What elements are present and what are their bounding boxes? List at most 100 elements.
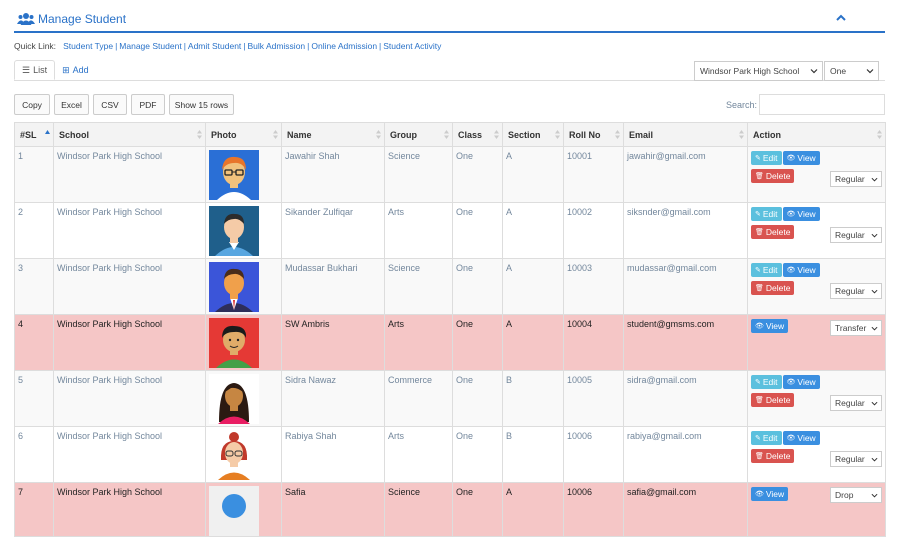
cell-class: One [452, 370, 503, 427]
col-header-group[interactable]: Group [384, 122, 453, 147]
cell-section: A [502, 146, 564, 203]
delete-button[interactable]: 🗑 Delete [751, 281, 795, 295]
copy-button[interactable]: Copy [14, 94, 50, 115]
link-manage-student[interactable]: Manage Student [119, 41, 181, 51]
cell-sl: 6 [14, 426, 54, 483]
status-select[interactable]: Drop [830, 487, 882, 503]
chevron-down-icon [871, 401, 878, 406]
cell-photo [205, 426, 282, 483]
sort-asc-icon [45, 130, 50, 134]
view-button[interactable]: 👁 View [782, 151, 820, 165]
eye-icon: 👁 [786, 155, 796, 162]
edit-button[interactable]: ✎ Edit [751, 207, 782, 221]
cell-roll: 10006 [563, 426, 624, 483]
cell-name: Rabiya Shah [281, 426, 385, 483]
edit-button[interactable]: ✎ Edit [751, 431, 782, 445]
cell-school: Windsor Park High School [53, 482, 206, 537]
view-button[interactable]: 👁 View [751, 319, 789, 333]
view-label: View [765, 489, 785, 499]
eye-icon: 👁 [786, 435, 796, 442]
cell-email: mudassar@gmail.com [623, 258, 748, 315]
cell-school: Windsor Park High School [53, 426, 206, 483]
status-select[interactable]: Regular [830, 171, 882, 187]
cell-email: jawahir@gmail.com [623, 146, 748, 203]
tab-list[interactable]: ☰ List [14, 60, 56, 80]
col-header-roll[interactable]: Roll No [563, 122, 624, 147]
link-admit-student[interactable]: Admit Student [188, 41, 241, 51]
cell-section: B [502, 426, 564, 483]
cell-actions: ✎ Edit 👁 View 🗑 Delete Regular [747, 202, 886, 259]
col-header-action[interactable]: Action [747, 122, 886, 147]
cell-section: A [502, 202, 564, 259]
school-filter-select[interactable]: Windsor Park High School [694, 61, 823, 81]
cell-roll: 10004 [563, 314, 624, 371]
plus-square-icon: ⊞ [62, 64, 70, 75]
link-student-activity[interactable]: Student Activity [383, 41, 441, 51]
table-row: 5 Windsor Park High School Sidra Nawaz Comm… [14, 370, 886, 427]
cell-actions: 👁 View Transfer [747, 314, 886, 371]
delete-button[interactable]: 🗑 Delete [751, 393, 795, 407]
col-header-class[interactable]: Class [452, 122, 503, 147]
show-rows-button[interactable]: Show 15 rows [169, 94, 234, 115]
status-value: Regular [835, 286, 865, 296]
chevron-down-icon [871, 493, 878, 498]
cell-photo [205, 146, 282, 203]
col-header-photo[interactable]: Photo [205, 122, 282, 147]
chevron-down-icon [871, 289, 878, 294]
col-header-email[interactable]: Email [623, 122, 748, 147]
status-select[interactable]: Regular [830, 395, 882, 411]
view-button[interactable]: 👁 View [782, 431, 820, 445]
chevron-up-icon[interactable] [835, 12, 847, 24]
cell-school: Windsor Park High School [53, 202, 206, 259]
cell-photo [205, 314, 282, 371]
delete-button[interactable]: 🗑 Delete [751, 449, 795, 463]
tab-add[interactable]: ⊞ Add [55, 60, 96, 80]
edit-button[interactable]: ✎ Edit [751, 151, 782, 165]
status-select[interactable]: Regular [830, 283, 882, 299]
edit-icon: ✎ [755, 379, 761, 386]
table-row: 6 Windsor Park High School Rabiya Shah Arts… [14, 426, 886, 483]
status-select[interactable]: Transfer [830, 320, 882, 336]
status-select[interactable]: Regular [830, 451, 882, 467]
cell-roll: 10005 [563, 370, 624, 427]
trash-icon: 🗑 [755, 397, 764, 404]
search-input[interactable] [759, 94, 885, 115]
delete-button[interactable]: 🗑 Delete [751, 169, 795, 183]
chevron-down-icon [871, 177, 878, 182]
view-button[interactable]: 👁 View [782, 375, 820, 389]
delete-button[interactable]: 🗑 Delete [751, 225, 795, 239]
quick-link-label: Quick Link: [14, 41, 57, 51]
view-button[interactable]: 👁 View [782, 207, 820, 221]
view-button[interactable]: 👁 View [751, 487, 789, 501]
page-header: Manage Student [14, 6, 885, 33]
quick-links: Quick Link: Student Type | Manage Student |… [14, 41, 442, 51]
pdf-button[interactable]: PDF [131, 94, 165, 115]
status-select[interactable]: Regular [830, 227, 882, 243]
class-filter-value: One [830, 66, 847, 76]
edit-button[interactable]: ✎ Edit [751, 263, 782, 277]
col-header-sl[interactable]: #SL [14, 122, 54, 147]
cell-sl: 1 [14, 146, 54, 203]
delete-label: Delete [765, 283, 791, 293]
cell-sl: 2 [14, 202, 54, 259]
cell-actions: ✎ Edit 👁 View 🗑 Delete Regular [747, 426, 886, 483]
link-online-admission[interactable]: Online Admission [311, 41, 377, 51]
excel-button[interactable]: Excel [54, 94, 89, 115]
col-header-section[interactable]: Section [502, 122, 564, 147]
col-header-label: Class [458, 129, 483, 140]
link-student-type[interactable]: Student Type [63, 41, 113, 51]
eye-icon: 👁 [755, 491, 764, 498]
link-bulk-admission[interactable]: Bulk Admission [248, 41, 306, 51]
csv-button[interactable]: CSV [93, 94, 127, 115]
cell-class: One [452, 202, 503, 259]
col-header-name[interactable]: Name [281, 122, 385, 147]
col-header-school[interactable]: School [53, 122, 206, 147]
cell-school: Windsor Park High School [53, 370, 206, 427]
col-header-label: #SL [20, 129, 37, 140]
class-filter-select[interactable]: One [824, 61, 879, 81]
cell-group: Science [384, 146, 453, 203]
cell-photo [205, 482, 282, 537]
view-button[interactable]: 👁 View [782, 263, 820, 277]
search-label: Search: [725, 99, 757, 110]
edit-button[interactable]: ✎ Edit [751, 375, 782, 389]
